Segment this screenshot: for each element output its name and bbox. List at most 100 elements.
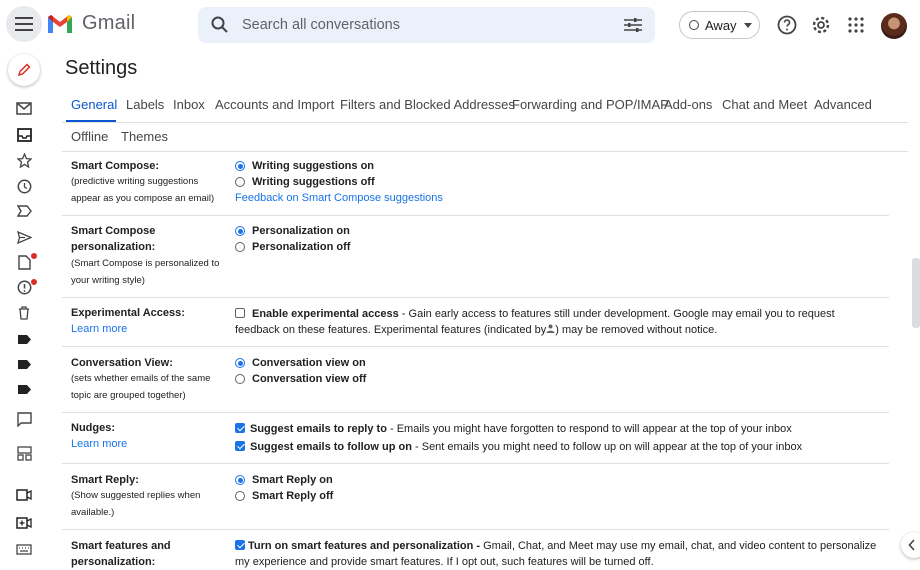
smart-reply-desc: available.): [71, 507, 115, 518]
personalization-off-option[interactable]: Personalization off: [235, 241, 350, 253]
notification-dot: [31, 253, 37, 259]
row-divider: [62, 297, 889, 298]
video-icon[interactable]: [14, 485, 34, 505]
option-label: Smart Reply off: [252, 490, 334, 502]
search-options-icon[interactable]: [611, 17, 655, 33]
tab-addons[interactable]: Add-ons: [664, 97, 712, 112]
conversation-view-off-option[interactable]: Conversation view off: [235, 373, 366, 385]
smart-features-label: Smart features and: [71, 540, 171, 552]
radio-button[interactable]: [235, 177, 245, 187]
label-icon[interactable]: [14, 354, 34, 374]
send-icon[interactable]: [14, 227, 34, 247]
tab-labels[interactable]: Labels: [126, 97, 164, 112]
tab-chat-meet[interactable]: Chat and Meet: [722, 97, 807, 112]
app-name: Gmail: [82, 12, 136, 34]
option-text: - Gain early access to features still un…: [398, 308, 835, 320]
experimental-label: Experimental Access:: [71, 307, 185, 319]
option-text: ) may be removed without notice.: [555, 324, 718, 336]
search-input[interactable]: [242, 17, 611, 33]
new-meeting-icon[interactable]: [14, 513, 34, 533]
radio-button[interactable]: [235, 491, 245, 501]
radio-button[interactable]: [235, 358, 245, 368]
settings-gear-icon[interactable]: [809, 13, 833, 37]
label-arrow-icon[interactable]: [14, 201, 34, 221]
radio-button[interactable]: [235, 374, 245, 384]
experimental-checkbox[interactable]: [235, 308, 245, 318]
tab-accounts[interactable]: Accounts and Import: [215, 97, 334, 112]
smart-reply-label: Smart Reply:: [71, 474, 139, 486]
spaces-icon[interactable]: [14, 443, 34, 463]
compose-button[interactable]: [8, 54, 40, 86]
help-icon[interactable]: [775, 13, 799, 37]
option-text: feedback on these features. Experimental…: [235, 324, 547, 336]
search-icon[interactable]: [198, 16, 242, 34]
option-label: Writing suggestions off: [252, 176, 375, 188]
suggest-follow-up-option[interactable]: Suggest emails to follow up on - Sent em…: [235, 441, 802, 453]
label-icon[interactable]: [14, 329, 34, 349]
tab-divider: [62, 151, 908, 152]
writing-suggestions-on-option[interactable]: Writing suggestions on: [235, 160, 374, 172]
tab-offline[interactable]: Offline: [71, 129, 108, 144]
notification-dot: [31, 279, 37, 285]
radio-button[interactable]: [235, 226, 245, 236]
keyboard-icon[interactable]: [14, 539, 34, 559]
conversation-view-on-option[interactable]: Conversation view on: [235, 357, 366, 369]
option-label: Suggest emails to follow up on: [250, 441, 412, 453]
radio-button[interactable]: [235, 242, 245, 252]
tab-filters[interactable]: Filters and Blocked Addresses: [340, 97, 515, 112]
option-label: Personalization on: [252, 225, 350, 237]
option-label: Personalization off: [252, 241, 351, 253]
personalization-desc: your writing style): [71, 275, 145, 286]
trash-icon[interactable]: [14, 303, 34, 323]
apps-grid-icon[interactable]: [844, 13, 868, 37]
avatar[interactable]: [881, 13, 907, 39]
smart-reply-off-option[interactable]: Smart Reply off: [235, 490, 333, 502]
tab-general[interactable]: General: [71, 97, 117, 112]
tab-inbox[interactable]: Inbox: [173, 97, 205, 112]
chat-icon[interactable]: [14, 409, 34, 429]
personalization-label: personalization:: [71, 241, 156, 253]
tab-themes[interactable]: Themes: [121, 129, 168, 144]
gmail-logo[interactable]: Gmail: [46, 12, 135, 35]
star-icon[interactable]: [14, 150, 34, 170]
chevron-down-icon: [743, 22, 752, 28]
smart-compose-feedback-link[interactable]: Feedback on Smart Compose suggestions: [235, 192, 443, 204]
smart-compose-label: Smart Compose:: [71, 160, 160, 172]
suggest-follow-up-checkbox[interactable]: [235, 441, 245, 451]
row-divider: [62, 215, 889, 216]
nudges-learn-more-link[interactable]: Learn more: [71, 438, 127, 450]
experimental-access-option: Enable experimental access - Gain early …: [235, 306, 885, 338]
smart-features-label: personalization:: [71, 556, 156, 568]
row-divider: [62, 346, 889, 347]
person-icon: [546, 324, 555, 333]
side-panel-toggle[interactable]: [901, 532, 920, 558]
smart-features-option: Turn on smart features and personalizati…: [235, 538, 885, 570]
writing-suggestions-off-option[interactable]: Writing suggestions off: [235, 176, 375, 188]
option-text: - Sent emails you might need to follow u…: [411, 441, 803, 453]
tab-advanced[interactable]: Advanced: [814, 97, 872, 112]
smart-compose-desc: appear as you compose an email): [71, 193, 215, 204]
hamburger-icon: [15, 17, 33, 31]
experimental-learn-more-link[interactable]: Learn more: [71, 323, 127, 335]
inbox-icon[interactable]: [14, 125, 34, 145]
main-menu-button[interactable]: [6, 6, 42, 42]
smart-reply-on-option[interactable]: Smart Reply on: [235, 474, 333, 486]
option-label: Smart Reply on: [252, 474, 333, 486]
row-divider: [62, 529, 889, 530]
clock-icon[interactable]: [14, 176, 34, 196]
suggest-reply-checkbox[interactable]: [235, 423, 245, 433]
personalization-label: Smart Compose: [71, 225, 156, 237]
option-label: Conversation view off: [252, 373, 367, 385]
scrollbar[interactable]: [912, 258, 920, 328]
tab-forwarding[interactable]: Forwarding and POP/IMAP: [512, 97, 669, 112]
status-selector[interactable]: Away: [679, 11, 760, 39]
radio-button[interactable]: [235, 475, 245, 485]
suggest-reply-option[interactable]: Suggest emails to reply to - Emails you …: [235, 423, 792, 435]
mail-icon[interactable]: [14, 98, 34, 118]
status-dot-icon: [689, 20, 699, 30]
radio-button[interactable]: [235, 161, 245, 171]
personalization-on-option[interactable]: Personalization on: [235, 225, 350, 237]
smart-features-checkbox[interactable]: [235, 540, 245, 550]
option-text: - Emails you might have forgotten to res…: [386, 423, 792, 435]
label-icon[interactable]: [14, 379, 34, 399]
